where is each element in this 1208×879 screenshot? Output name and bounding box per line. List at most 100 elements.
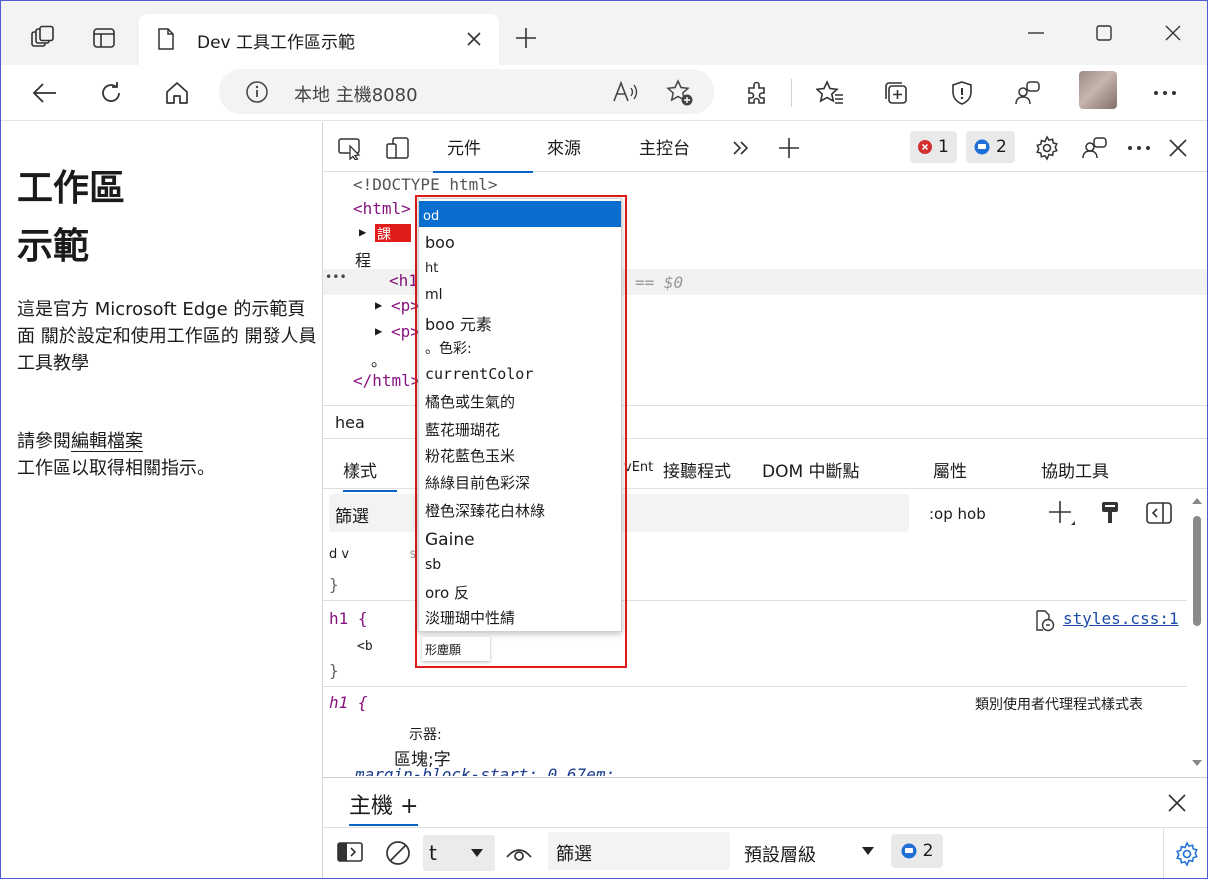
devtools-more-icon[interactable] [1123, 132, 1155, 164]
ua-rule-property-3: margin-block-start: 0.67em; [355, 766, 616, 776]
inspect-element-icon[interactable] [334, 132, 366, 164]
devtools-settings-icon[interactable] [1031, 132, 1063, 164]
autocomplete-item[interactable]: currentColor [425, 365, 533, 383]
maximize-icon[interactable] [1081, 19, 1127, 47]
styles-scrollbar[interactable] [1187, 492, 1207, 772]
autocomplete-item[interactable]: 粉花藍色玉米 [425, 445, 515, 466]
html-close-node[interactable]: </html> [353, 371, 420, 390]
home-icon[interactable] [159, 75, 195, 111]
add-favorite-icon[interactable] [666, 79, 694, 107]
browser-tab[interactable]: Dev 工具工作區示範 [139, 14, 499, 65]
subtab-accessibility[interactable]: 協助工具 [1041, 457, 1109, 482]
hover-state-toggle[interactable]: :op hob [929, 505, 986, 523]
tab-close-icon[interactable] [461, 26, 487, 52]
console-settings-icon[interactable] [1163, 828, 1207, 878]
context-dropdown-icon [471, 849, 483, 857]
subtab-event-listeners[interactable]: 接聽程式 [663, 457, 731, 482]
toolbar-divider [791, 79, 792, 107]
devtools-feedback-icon[interactable] [1079, 132, 1111, 164]
ua-stylesheet-label: 類別使用者代理程式樣式表 [975, 697, 1143, 713]
back-icon[interactable] [27, 75, 63, 111]
autocomplete-item[interactable]: 絲綠目前色彩深 [425, 472, 530, 493]
clear-console-icon[interactable] [385, 840, 411, 866]
context-selector[interactable]: t [423, 835, 495, 871]
element-state-icon[interactable] [1099, 501, 1121, 525]
autocomplete-item[interactable]: 藍花珊瑚花 [425, 419, 500, 440]
autocomplete-item[interactable]: Gaine [425, 530, 475, 550]
autocomplete-item[interactable]: 。色彩: [425, 338, 472, 358]
autocomplete-item[interactable]: boo [425, 233, 455, 252]
devtools-close-icon[interactable] [1162, 132, 1194, 164]
body-node-marker[interactable]: 課 [375, 224, 411, 243]
autocomplete-item[interactable]: 橙色深臻花白林綠 [425, 500, 545, 521]
add-tab-icon[interactable] [773, 132, 805, 164]
autocomplete-item[interactable]: ht [425, 261, 438, 276]
expand-p1-icon[interactable]: ▶ [375, 298, 382, 312]
css-autocomplete-list[interactable]: od boo ht ml boo 元素 。色彩: currentColor 橘色… [418, 198, 622, 632]
settings-more-icon[interactable] [1147, 75, 1183, 111]
log-levels-label[interactable]: 預設層級 [744, 841, 816, 867]
expand-arrow-icon[interactable]: ▶ [359, 225, 366, 239]
messages-badge[interactable]: 2 [966, 131, 1015, 163]
html-node[interactable]: <html> [353, 199, 411, 218]
live-expression-icon[interactable] [506, 844, 532, 862]
doctype-node[interactable]: <!DOCTYPE html> [353, 175, 498, 194]
profile-avatar[interactable] [1079, 71, 1117, 109]
collections-icon[interactable] [878, 75, 914, 111]
tab-console[interactable]: 主控台 [639, 134, 690, 159]
log-levels-dropdown-icon[interactable] [862, 847, 874, 855]
autocomplete-tooltip: 形塵願 [422, 637, 490, 661]
workspaces-icon[interactable] [27, 23, 57, 53]
toggle-sidebar-icon[interactable] [1146, 502, 1172, 524]
autocomplete-item[interactable]: 淡珊瑚中性綪 [425, 607, 515, 628]
page-heading: 工作區 示範 [17, 160, 125, 276]
subtab-properties[interactable]: 屬性 [933, 457, 967, 482]
tab-elements[interactable]: 元件 [433, 134, 533, 173]
issues-badge[interactable]: 2 [891, 834, 943, 868]
favorites-icon[interactable] [812, 75, 848, 111]
h1-node[interactable]: <h1 [389, 271, 418, 290]
address-bar[interactable]: 本地 主機8080 [219, 69, 714, 114]
text-node-dot: 。 [371, 351, 388, 370]
url-text[interactable]: 本地 主機8080 [294, 81, 418, 107]
window-close-icon[interactable] [1150, 19, 1196, 47]
minimize-icon[interactable] [1013, 19, 1059, 47]
drawer-tab-console[interactable]: 主機 + [349, 788, 419, 826]
breadcrumb-item-head[interactable]: hea [335, 413, 365, 432]
autocomplete-item[interactable]: boo 元素 [425, 311, 492, 335]
feedback-icon[interactable] [1010, 75, 1046, 111]
new-style-rule-icon[interactable] [1047, 499, 1077, 529]
styles-source-link[interactable]: styles.css:1 [1063, 609, 1179, 628]
refresh-icon[interactable] [93, 75, 129, 111]
tab-sources[interactable]: 來源 [547, 134, 581, 159]
errors-badge[interactable]: 1 [910, 131, 957, 163]
autocomplete-item[interactable]: od [423, 209, 439, 224]
h1-rule-selector[interactable]: h1 { [329, 609, 368, 628]
body-node-text: 程 [355, 251, 372, 270]
more-tabs-icon[interactable] [725, 132, 757, 164]
new-tab-icon[interactable] [511, 23, 541, 53]
ua-rule-selector: h1 { [329, 693, 368, 712]
drawer-close-icon[interactable] [1168, 794, 1186, 812]
vertical-tabs-icon[interactable] [89, 23, 119, 53]
page-icon [157, 28, 175, 50]
autocomplete-item[interactable]: sb [425, 557, 441, 573]
subtab-styles[interactable]: 樣式 [343, 457, 397, 492]
subtab-event-fragment[interactable]: vEnt [624, 460, 653, 475]
subtab-dom-breakpoints[interactable]: DOM 中斷點 [762, 457, 860, 482]
edit-files-link[interactable]: 編輯檔案 [71, 431, 143, 452]
read-aloud-icon[interactable] [612, 80, 640, 104]
autocomplete-item[interactable]: 橘色或生氣的 [425, 391, 515, 412]
device-emulation-icon[interactable] [382, 132, 414, 164]
console-sidebar-icon[interactable] [337, 842, 363, 862]
extensions-icon[interactable] [739, 75, 775, 111]
autocomplete-item[interactable]: oro 反 [425, 582, 469, 603]
node-actions-icon[interactable]: ••• [325, 270, 347, 284]
selected-node-ref: == $0 [635, 273, 684, 292]
site-info-icon[interactable] [245, 80, 269, 104]
expand-p2-icon[interactable]: ▶ [375, 324, 382, 338]
h1-rule-property[interactable]: <b [357, 639, 373, 654]
browser-essentials-icon[interactable] [944, 75, 980, 111]
console-filter-input[interactable]: 篩選 [548, 832, 730, 870]
autocomplete-item[interactable]: ml [425, 287, 443, 303]
